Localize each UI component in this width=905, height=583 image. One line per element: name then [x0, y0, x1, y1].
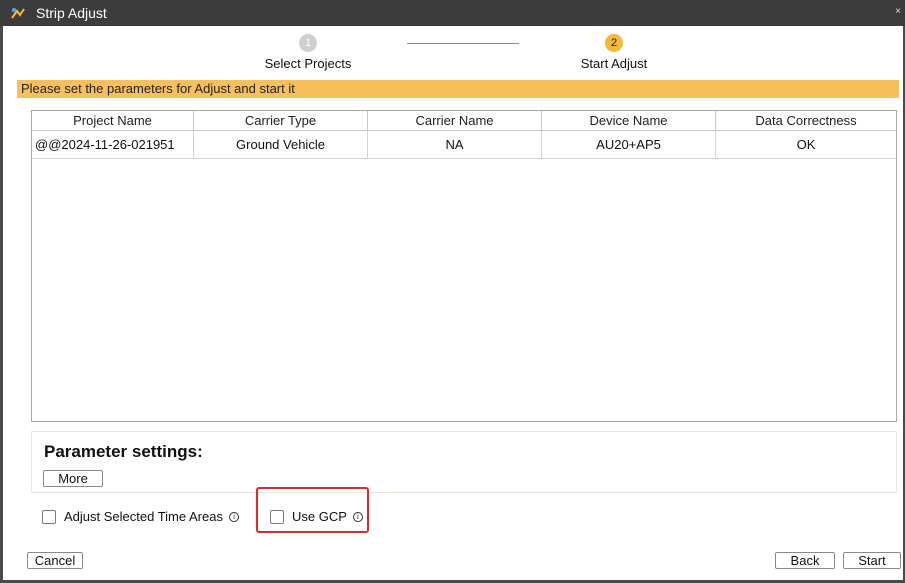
step-indicator: 1 Select Projects 2 Start Adjust [3, 26, 903, 74]
info-icon[interactable]: i [228, 511, 239, 522]
adjust-time-areas-option[interactable]: Adjust Selected Time Areas i [42, 509, 239, 524]
step-start-adjust: 2 Start Adjust [544, 34, 684, 71]
cell-carrier-type: Ground Vehicle [194, 131, 368, 158]
cell-device-name: AU20+AP5 [542, 131, 716, 158]
adjust-time-areas-checkbox[interactable] [42, 509, 56, 524]
app-icon [11, 7, 25, 19]
adjust-time-areas-label: Adjust Selected Time Areas [64, 509, 223, 524]
parameter-settings-panel: Parameter settings: More [31, 431, 897, 493]
step-2-label: Start Adjust [580, 56, 648, 71]
column-header-data-correctness[interactable]: Data Correctness [716, 111, 896, 130]
step-1-number: 1 [299, 34, 317, 52]
more-button[interactable]: More [43, 470, 103, 487]
table-row[interactable]: @@2024-11-26-021951 Ground Vehicle NA AU… [32, 131, 896, 159]
start-button[interactable]: Start [843, 552, 901, 569]
step-connector [407, 43, 519, 44]
column-header-project-name[interactable]: Project Name [32, 111, 194, 130]
column-header-carrier-name[interactable]: Carrier Name [368, 111, 542, 130]
step-select-projects: 1 Select Projects [238, 34, 378, 71]
use-gcp-label: Use GCP [292, 509, 347, 524]
projects-table: Project Name Carrier Type Carrier Name D… [31, 110, 897, 422]
cell-project-name: @@2024-11-26-021951 [32, 131, 194, 158]
use-gcp-checkbox[interactable] [270, 509, 284, 524]
cell-data-correctness: OK [796, 137, 816, 152]
close-icon[interactable]: × [895, 6, 901, 17]
cell-carrier-name: NA [368, 131, 542, 158]
step-2-number: 2 [605, 34, 623, 52]
title-bar: Strip Adjust × [0, 0, 905, 26]
use-gcp-option[interactable]: Use GCP i [270, 509, 363, 524]
parameter-settings-title: Parameter settings: [44, 442, 203, 461]
strip-adjust-window: Strip Adjust × 1 Select Projects 2 Start… [0, 0, 905, 583]
instruction-banner: Please set the parameters for Adjust and… [17, 80, 899, 98]
column-header-carrier-type[interactable]: Carrier Type [194, 111, 368, 130]
step-1-label: Select Projects [264, 56, 352, 71]
info-icon[interactable]: i [352, 511, 363, 522]
back-button[interactable]: Back [775, 552, 835, 569]
cancel-button[interactable]: Cancel [27, 552, 83, 569]
table-header: Project Name Carrier Type Carrier Name D… [32, 111, 896, 131]
column-header-device-name[interactable]: Device Name [542, 111, 716, 130]
window-title: Strip Adjust [36, 5, 107, 21]
